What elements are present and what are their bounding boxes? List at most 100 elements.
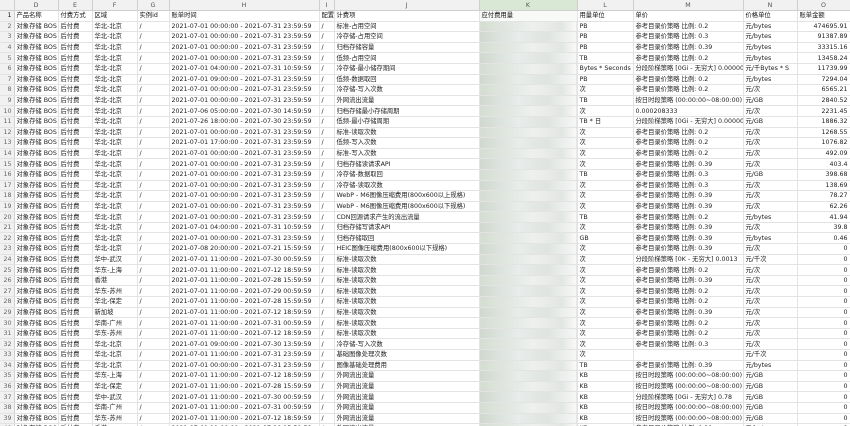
amount-cell[interactable]: 138.69: [797, 180, 850, 192]
table-cell[interactable]: /: [137, 116, 170, 128]
table-cell[interactable]: 2021-07-01 04:00:00 - 2021-07-31 10:59:5…: [169, 222, 320, 234]
table-cell[interactable]: 华东-苏州: [92, 285, 138, 298]
table-cell[interactable]: 元/bytes: [743, 21, 798, 33]
table-cell[interactable]: 华东-上海: [92, 264, 138, 276]
table-cell[interactable]: 元/次: [743, 222, 798, 234]
table-cell[interactable]: 华北-北京: [92, 42, 138, 54]
table-cell[interactable]: 后付费: [58, 21, 93, 33]
row-number[interactable]: 36: [0, 381, 15, 393]
row-number[interactable]: 39: [0, 413, 15, 425]
table-cell[interactable]: 对象存储 BOS: [14, 317, 59, 329]
table-cell[interactable]: KB: [577, 402, 634, 414]
table-cell[interactable]: /: [319, 105, 335, 117]
table-cell[interactable]: 次: [577, 127, 634, 139]
amount-cell[interactable]: 403.4: [797, 158, 850, 170]
table-cell[interactable]: 后付费: [58, 52, 93, 64]
amount-cell[interactable]: 0: [797, 243, 850, 255]
table-cell[interactable]: 2021-07-01 00:00:00 - 2021-07-31 23:59:5…: [169, 190, 320, 202]
table-cell[interactable]: 次: [577, 264, 634, 276]
table-cell[interactable]: 后付费: [58, 31, 93, 43]
table-cell[interactable]: /: [319, 148, 335, 160]
amount-cell[interactable]: 0: [797, 254, 850, 266]
table-cell[interactable]: 次: [577, 201, 634, 213]
table-cell[interactable]: 分段阶梯策略 [0Gi - 无穷大] 0.000000: [633, 116, 744, 128]
table-cell[interactable]: PB: [577, 42, 634, 54]
table-cell[interactable]: /: [137, 180, 170, 192]
table-cell[interactable]: 对象存储 BOS: [14, 21, 59, 33]
table-cell[interactable]: 2021-07-01 00:00:00 - 2021-07-31 23:59:5…: [169, 158, 320, 170]
table-cell[interactable]: 标准-读取次数: [334, 307, 480, 319]
table-cell[interactable]: 对象存储 BOS: [14, 74, 59, 86]
table-cell[interactable]: 后付费: [58, 222, 93, 234]
table-cell[interactable]: WebP - M6图像压缩费用(800x600以上规格): [334, 190, 480, 202]
table-cell[interactable]: /: [137, 137, 170, 149]
amount-cell[interactable]: 0: [797, 349, 850, 361]
amount-cell[interactable]: 91387.89: [797, 31, 850, 43]
table-cell[interactable]: 2021-07-01 11:00:00 - 2021-07-28 15:59:5…: [169, 381, 320, 393]
table-cell[interactable]: 对象存储 BOS: [14, 190, 59, 202]
table-cell[interactable]: 次: [577, 328, 634, 340]
column-header-J[interactable]: J: [334, 0, 480, 11]
table-cell[interactable]: 元/千Bytes * S: [743, 63, 798, 75]
table-cell[interactable]: 后付费: [58, 63, 93, 75]
amount-cell[interactable]: 0: [797, 391, 850, 403]
amount-cell[interactable]: 0: [797, 275, 850, 287]
table-cell[interactable]: 后付费: [58, 84, 93, 96]
redacted-cell[interactable]: [479, 349, 578, 361]
table-cell[interactable]: /: [319, 180, 335, 192]
redacted-cell[interactable]: [479, 317, 578, 329]
table-cell[interactable]: 对象存储 BOS: [14, 127, 59, 139]
table-cell[interactable]: 2021-07-08 20:00:00 - 2021-07-21 15:59:5…: [169, 243, 320, 255]
table-cell[interactable]: 后付费: [58, 105, 93, 117]
table-cell[interactable]: 元/GB: [743, 370, 798, 382]
table-cell[interactable]: KB: [577, 381, 634, 393]
table-cell[interactable]: 标准-读取次数: [334, 127, 480, 139]
table-cell[interactable]: 2021-07-01 00:00:00 - 2021-07-31 23:59:5…: [169, 232, 320, 245]
table-cell[interactable]: 后付费: [58, 158, 93, 170]
table-cell[interactable]: 对象存储 BOS: [14, 360, 59, 372]
table-cell[interactable]: 参考目录价策略 比例: 0.39: [633, 232, 744, 245]
amount-cell[interactable]: 0: [797, 402, 850, 414]
table-cell[interactable]: 2021-07-01 09:00:00 - 2021-07-31 23:59:5…: [169, 74, 320, 86]
table-cell[interactable]: 元/千次: [743, 349, 798, 361]
table-cell[interactable]: /: [137, 264, 170, 276]
table-cell[interactable]: /: [319, 63, 335, 75]
table-cell[interactable]: /: [137, 201, 170, 213]
table-cell[interactable]: 2021-07-26 18:00:00 - 2021-07-30 23:59:5…: [169, 116, 320, 128]
table-cell[interactable]: 2021-07-01 11:00:00 - 2021-07-12 18:59:5…: [169, 264, 320, 276]
table-cell[interactable]: 次: [577, 84, 634, 96]
table-cell[interactable]: /: [319, 360, 335, 372]
redacted-cell[interactable]: [479, 307, 578, 319]
table-cell[interactable]: /: [319, 285, 335, 298]
table-cell[interactable]: 标准-读取次数: [334, 328, 480, 340]
row-number[interactable]: 26: [0, 275, 15, 287]
row-number[interactable]: 4: [0, 42, 15, 54]
table-cell[interactable]: 对象存储 BOS: [14, 275, 59, 287]
table-cell[interactable]: 华北-北京: [92, 222, 138, 234]
table-cell[interactable]: /: [137, 349, 170, 361]
table-cell[interactable]: /: [319, 52, 335, 64]
redacted-cell[interactable]: [479, 105, 578, 117]
table-cell[interactable]: /: [319, 349, 335, 361]
table-cell[interactable]: 元/次: [743, 148, 798, 160]
row-number[interactable]: 6: [0, 63, 15, 75]
table-cell[interactable]: [633, 349, 744, 361]
row-number[interactable]: 18: [0, 190, 15, 202]
table-cell[interactable]: /: [137, 328, 170, 340]
table-cell[interactable]: 对象存储 BOS: [14, 307, 59, 319]
table-cell[interactable]: 元/次: [743, 127, 798, 139]
table-cell[interactable]: 2021-07-01 00:00:00 - 2021-07-31 23:59:5…: [169, 84, 320, 96]
table-cell[interactable]: 按日时段策略 (00:00:00~08:00:00) 0.: [633, 402, 744, 414]
table-cell[interactable]: 2021-07-01 00:00:00 - 2021-07-31 23:59:5…: [169, 31, 320, 43]
table-cell[interactable]: 参考目录价策略 比例: 0.2: [633, 317, 744, 329]
table-cell[interactable]: /: [319, 42, 335, 54]
table-cell[interactable]: 华北-北京: [92, 243, 138, 255]
table-cell[interactable]: KB: [577, 370, 634, 382]
amount-cell[interactable]: 6565.21: [797, 84, 850, 96]
row-number[interactable]: 31: [0, 328, 15, 340]
table-cell[interactable]: 标准-写入次数: [334, 148, 480, 160]
table-cell[interactable]: /: [319, 137, 335, 149]
table-cell[interactable]: 对象存储 BOS: [14, 211, 59, 223]
table-cell[interactable]: 华中-武汉: [92, 254, 138, 266]
table-cell[interactable]: 后付费: [58, 402, 93, 414]
